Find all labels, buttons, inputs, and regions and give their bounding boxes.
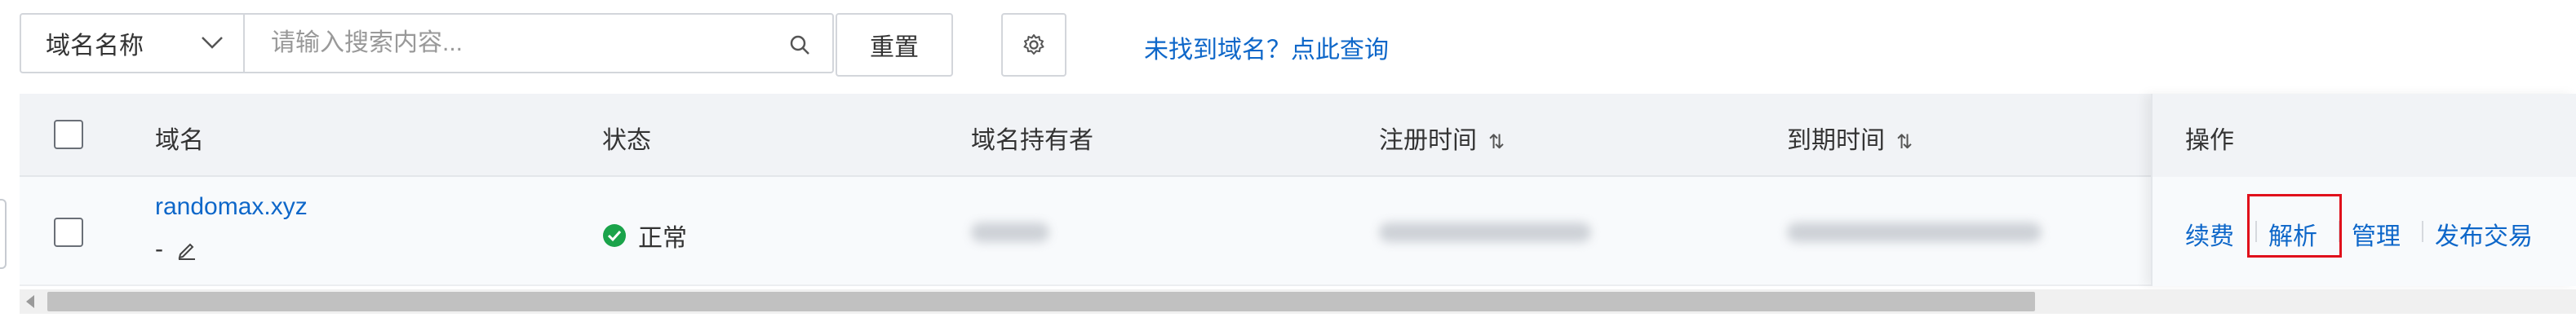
edit-icon[interactable] <box>176 239 197 260</box>
side-panel-tab[interactable] <box>0 199 7 269</box>
settings-button[interactable] <box>1001 13 1066 77</box>
register-time-blurred <box>1379 223 1591 242</box>
search-input[interactable] <box>269 29 729 58</box>
column-header-status: 状态 <box>602 127 651 154</box>
register-time-label: 注册时间 <box>1379 127 1477 154</box>
gear-icon <box>1023 34 1044 55</box>
owner-blurred <box>971 223 1049 242</box>
column-header-register-time[interactable]: 注册时间 ⇅ <box>1379 120 1505 156</box>
search-icon[interactable] <box>788 33 811 56</box>
highlight-box <box>2247 194 2342 258</box>
check-circle-icon <box>603 224 626 247</box>
sort-icon[interactable]: ⇅ <box>1896 130 1913 154</box>
column-header-owner: 域名持有者 <box>971 127 1093 154</box>
reset-button[interactable]: 重置 <box>836 13 953 77</box>
column-header-actions: 操作 <box>2185 127 2234 154</box>
domain-remark: - <box>155 236 197 263</box>
manage-link[interactable]: 管理 <box>2352 216 2401 252</box>
expire-time-label: 到期时间 <box>1787 127 1885 154</box>
scrollbar-thumb[interactable] <box>47 292 2035 311</box>
column-header-expire-time[interactable]: 到期时间 ⇅ <box>1787 120 1913 156</box>
status-text: 正常 <box>638 225 687 252</box>
actions-cell: 续费 解析 管理 发布交易 <box>2153 177 2576 286</box>
actions-column: 操作 续费 解析 管理 发布交易 <box>2151 94 2576 286</box>
search-box <box>243 13 834 73</box>
column-header-domain: 域名 <box>155 127 204 154</box>
status-badge: 正常 <box>602 218 687 253</box>
action-divider <box>2422 221 2423 242</box>
horizontal-scrollbar[interactable] <box>20 289 2576 314</box>
row-checkbox[interactable] <box>54 218 83 247</box>
domain-table: 域名 状态 域名持有者 注册时间 ⇅ 到期时间 ⇅ randomax.xyz - 正… <box>20 94 2576 289</box>
search-type-label: 域名名称 <box>46 33 144 60</box>
actions-header: 操作 <box>2153 94 2576 177</box>
chevron-down-icon <box>202 37 223 49</box>
domain-name-link[interactable]: randomax.xyz <box>155 193 308 221</box>
remark-text: - <box>155 236 163 262</box>
select-all-checkbox[interactable] <box>54 120 83 149</box>
publish-trade-link[interactable]: 发布交易 <box>2435 216 2533 252</box>
scroll-left-arrow-icon[interactable] <box>26 295 34 308</box>
search-type-select[interactable]: 域名名称 <box>20 13 243 73</box>
expire-time-blurred <box>1787 223 2042 242</box>
find-domain-link[interactable]: 未找到域名？点此查询 <box>1144 29 1389 65</box>
toolbar: 域名名称 重置 未找到域名？点此查询 <box>20 13 2557 77</box>
renew-link[interactable]: 续费 <box>2185 216 2234 252</box>
sort-icon[interactable]: ⇅ <box>1488 130 1505 154</box>
